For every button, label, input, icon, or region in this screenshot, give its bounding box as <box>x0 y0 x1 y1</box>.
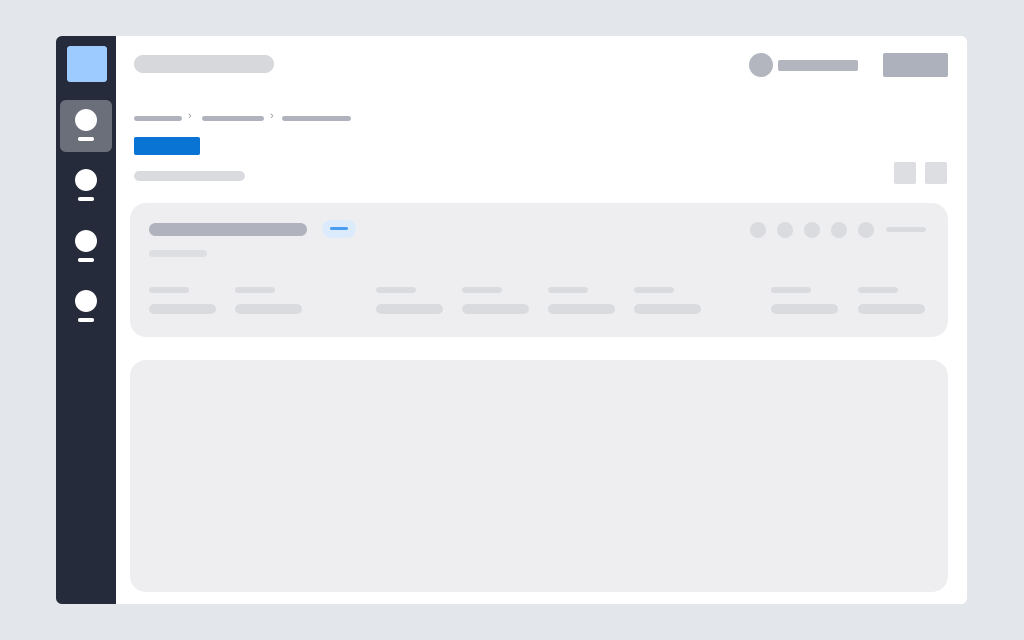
status-dot-icon[interactable] <box>831 222 847 238</box>
field-label-skeleton <box>235 287 275 293</box>
field-label-skeleton <box>548 287 588 293</box>
app-logo-icon[interactable] <box>67 46 107 82</box>
nav-label-skeleton <box>78 318 94 322</box>
field-label-skeleton <box>858 287 898 293</box>
breadcrumb-item-3 <box>282 116 351 121</box>
breadcrumb-separator-icon: › <box>270 110 274 122</box>
nav-icon <box>75 230 97 252</box>
app-window: › › <box>56 36 967 604</box>
primary-action-button[interactable] <box>134 137 200 155</box>
sidebar-item-4[interactable] <box>60 281 112 333</box>
search-bar-skeleton[interactable] <box>134 55 274 73</box>
field-value-skeleton <box>858 304 925 314</box>
field-value-skeleton <box>634 304 701 314</box>
status-dot-icon[interactable] <box>804 222 820 238</box>
field-value-skeleton <box>462 304 529 314</box>
sidebar <box>56 36 116 604</box>
nav-icon <box>75 109 97 131</box>
breadcrumb-item-1[interactable] <box>134 116 182 121</box>
sidebar-item-2[interactable] <box>60 160 112 212</box>
status-badge <box>322 220 356 238</box>
status-dot-icon[interactable] <box>858 222 874 238</box>
card-subtitle-skeleton <box>149 250 207 257</box>
nav-icon <box>75 290 97 312</box>
page-subtitle-skeleton <box>134 171 245 181</box>
field-value-skeleton <box>376 304 443 314</box>
avatar-icon[interactable] <box>749 53 773 77</box>
card-title-skeleton <box>149 223 307 236</box>
sidebar-item-3[interactable] <box>60 221 112 273</box>
nav-label-skeleton <box>78 258 94 262</box>
nav-label-skeleton <box>78 137 94 141</box>
field-value-skeleton <box>235 304 302 314</box>
badge-mark <box>330 227 348 230</box>
toolbar-icon-button-2[interactable] <box>925 162 947 184</box>
field-value-skeleton <box>149 304 216 314</box>
user-name-skeleton[interactable] <box>778 60 858 71</box>
field-label-skeleton <box>771 287 811 293</box>
header-action-button[interactable] <box>883 53 948 77</box>
toolbar-icon-button-1[interactable] <box>894 162 916 184</box>
card-meta-skeleton <box>886 227 926 232</box>
status-dot-icon[interactable] <box>777 222 793 238</box>
field-value-skeleton <box>548 304 615 314</box>
nav-icon <box>75 169 97 191</box>
sidebar-item-1[interactable] <box>60 100 112 152</box>
field-label-skeleton <box>376 287 416 293</box>
summary-card <box>130 203 948 337</box>
field-label-skeleton <box>634 287 674 293</box>
nav-label-skeleton <box>78 197 94 201</box>
status-dot-icon[interactable] <box>750 222 766 238</box>
field-label-skeleton <box>462 287 502 293</box>
breadcrumb-separator-icon: › <box>188 110 192 122</box>
breadcrumb-item-2[interactable] <box>202 116 264 121</box>
field-value-skeleton <box>771 304 838 314</box>
content-panel <box>130 360 948 592</box>
field-label-skeleton <box>149 287 189 293</box>
